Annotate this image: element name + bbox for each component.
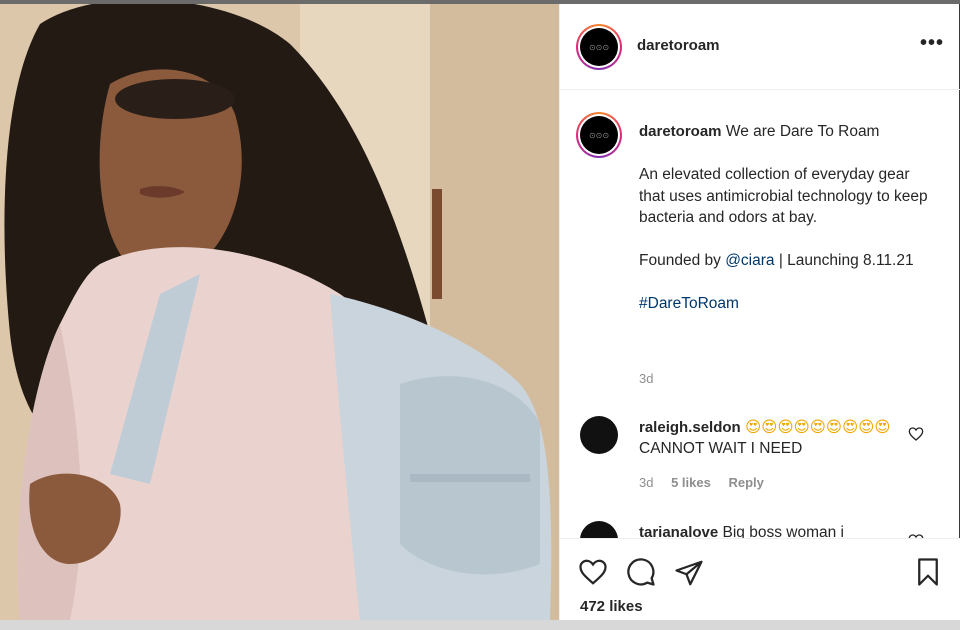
post-caption: daretoroam We are Dare To Roam An elevat… — [639, 121, 939, 336]
post-actions: 472 likes — [560, 538, 960, 620]
commenter-avatar[interactable] — [580, 416, 618, 454]
author-username[interactable]: daretoroam — [637, 37, 720, 54]
like-heart-icon[interactable] — [578, 557, 608, 587]
comment: tarianalove Big boss woman i — [639, 522, 899, 538]
comment-username[interactable]: raleigh.seldon — [639, 419, 741, 436]
likes-count[interactable]: 472 likes — [580, 598, 643, 615]
screen: ⊙⊙⊙ daretoroam ••• ⊙⊙⊙ daretoroam We are… — [0, 0, 960, 630]
founded-suffix: | Launching 8.11.21 — [774, 252, 914, 269]
comment: raleigh.seldon 😍😍😍😍😍😍😍😍😍 CANNOT WAIT I N… — [639, 417, 899, 459]
comment-meta: 3d 5 likes Reply — [639, 475, 764, 490]
share-paper-plane-icon[interactable] — [674, 558, 704, 588]
caption-founded: Founded by @ciara | Launching 8.11.21 — [639, 250, 939, 272]
comment-text: CANNOT WAIT I NEED — [639, 440, 803, 457]
save-bookmark-icon[interactable] — [913, 557, 943, 587]
caption-avatar-logo: ⊙⊙⊙ — [588, 130, 610, 140]
post-detail-panel: ⊙⊙⊙ daretoroam ••• ⊙⊙⊙ daretoroam We are… — [559, 4, 960, 620]
window-bottom-strip — [0, 620, 960, 630]
comment-bubble-icon[interactable] — [626, 557, 656, 587]
author-avatar[interactable]: ⊙⊙⊙ — [576, 24, 622, 70]
reply-button[interactable]: Reply — [728, 475, 763, 490]
comment-likes[interactable]: 5 likes — [671, 475, 711, 490]
mention-link[interactable]: @ciara — [725, 252, 774, 269]
post-image[interactable] — [0, 4, 559, 620]
comment-username[interactable]: tarianalove — [639, 524, 718, 538]
avatar-logo: ⊙⊙⊙ — [588, 42, 610, 52]
post-age[interactable]: 3d — [639, 371, 653, 386]
caption-username[interactable]: daretoroam — [639, 123, 722, 140]
hashtag-link[interactable]: #DareToRoam — [639, 295, 739, 312]
caption-avatar[interactable]: ⊙⊙⊙ — [576, 112, 622, 158]
comment-text: Big boss woman i — [718, 524, 844, 538]
caption-title: We are Dare To Roam — [725, 123, 880, 140]
post-photo-illustration — [0, 4, 559, 620]
commenter-avatar[interactable] — [580, 521, 618, 538]
comment-age[interactable]: 3d — [639, 475, 653, 490]
comment-emojis: 😍😍😍😍😍😍😍😍😍 — [745, 418, 891, 436]
like-comment-heart-icon[interactable] — [908, 426, 924, 442]
more-options-icon[interactable]: ••• — [920, 32, 944, 55]
post-header: ⊙⊙⊙ daretoroam ••• — [560, 4, 960, 90]
caption-body: An elevated collection of everyday gear … — [639, 166, 928, 226]
founded-prefix: Founded by — [639, 252, 726, 269]
comment-clip: tarianalove Big boss woman i — [560, 509, 960, 538]
